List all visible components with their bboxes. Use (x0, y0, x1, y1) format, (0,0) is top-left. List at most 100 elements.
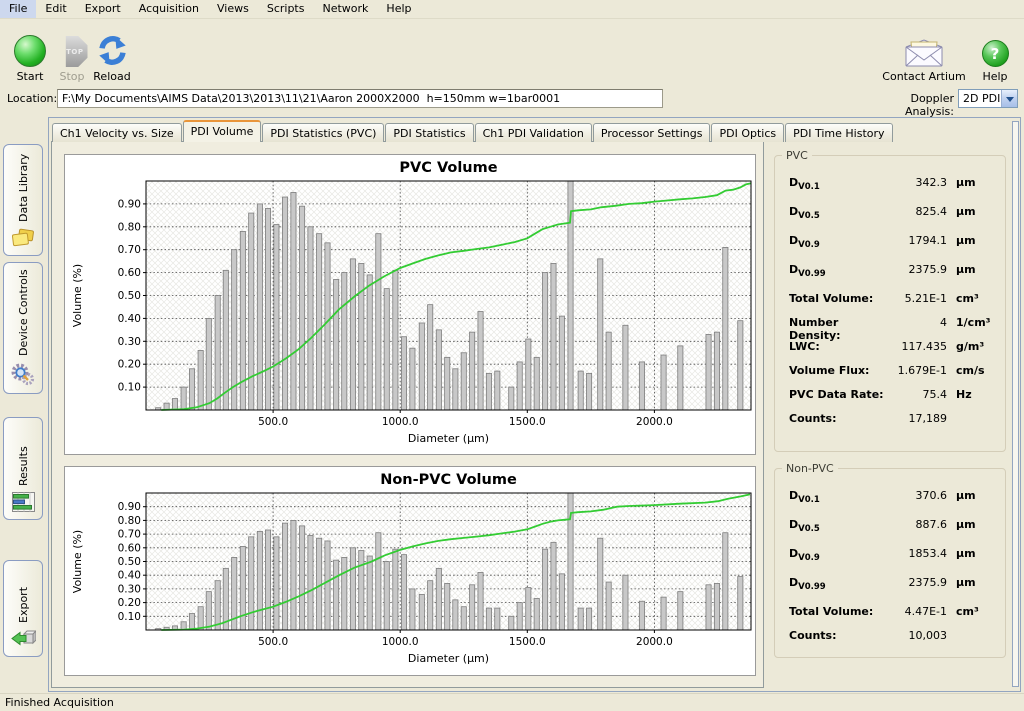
stat-row: DV0.5825.4µm (789, 205, 995, 234)
sidebar-item-export[interactable]: Export (3, 560, 43, 657)
menu-views[interactable]: Views (208, 0, 258, 18)
svg-text:0.30: 0.30 (118, 336, 141, 348)
svg-text:0.50: 0.50 (118, 556, 141, 568)
stat-unit: g/m³ (947, 340, 995, 353)
stop-label: Stop (59, 70, 84, 83)
sidebar-item-results[interactable]: Results (3, 417, 43, 520)
tab-ch1-pdi-validation[interactable]: Ch1 PDI Validation (475, 123, 592, 142)
start-icon (14, 35, 46, 67)
sidebar-item-data-library[interactable]: Data Library (3, 144, 43, 256)
stat-label: Counts: (789, 629, 885, 642)
svg-text:0.10: 0.10 (118, 382, 141, 394)
stat-value: 825.4 (885, 205, 947, 218)
menu-scripts[interactable]: Scripts (258, 0, 314, 18)
svg-text:0.70: 0.70 (118, 244, 141, 256)
location-input[interactable] (57, 89, 663, 108)
stat-value: 1853.4 (885, 547, 947, 560)
tab-pdi-statistics[interactable]: PDI Statistics (385, 123, 473, 142)
menu-network[interactable]: Network (313, 0, 377, 18)
stat-value: 1.679E-1 (885, 364, 947, 377)
stat-row: LWC:117.435g/m³ (789, 340, 995, 364)
doppler-analysis-select[interactable]: 2D PDI (958, 89, 1018, 108)
stat-value: 75.4 (885, 388, 947, 401)
stat-value: 2375.9 (885, 263, 947, 276)
stat-unit: cm/s (947, 364, 995, 377)
stat-row: Counts:17,189 (789, 412, 995, 436)
stat-unit: µm (947, 176, 995, 189)
contact-artium-button[interactable]: Contact Artium (882, 25, 966, 83)
pvc-stats-title: PVC (782, 149, 812, 162)
bar-chart-icon (12, 492, 35, 512)
menu-help[interactable]: Help (377, 0, 420, 18)
stat-unit: µm (947, 263, 995, 276)
stat-row: DV0.1370.6µm (789, 489, 995, 518)
svg-text:0.50: 0.50 (118, 290, 141, 302)
start-button[interactable]: Start (6, 25, 54, 83)
svg-text:Diameter (µm): Diameter (µm) (408, 432, 489, 445)
svg-text:0.40: 0.40 (118, 570, 141, 582)
help-button[interactable]: ? Help (976, 25, 1014, 83)
menu-bar: File Edit Export Acquisition Views Scrip… (0, 0, 1024, 19)
stat-label: DV0.1 (789, 176, 885, 192)
svg-text:Volume (%): Volume (%) (71, 530, 84, 593)
stat-label: DV0.1 (789, 489, 885, 505)
tab-pdi-statistics-pvc[interactable]: PDI Statistics (PVC) (262, 123, 384, 142)
svg-text:0.20: 0.20 (118, 359, 141, 371)
stat-row: Volume Flux:1.679E-1cm/s (789, 364, 995, 388)
non-pvc-stats-title: Non-PVC (782, 462, 838, 475)
stat-label: DV0.5 (789, 205, 885, 221)
stat-value: 4 (885, 316, 947, 329)
svg-text:2000.0: 2000.0 (636, 416, 673, 428)
main-frame: Ch1 Velocity vs. Size PDI Volume PDI Sta… (48, 117, 1021, 692)
stat-row: DV0.1342.3µm (789, 176, 995, 205)
svg-text:0.40: 0.40 (118, 313, 141, 325)
menu-export[interactable]: Export (76, 0, 130, 18)
tab-pdi-volume[interactable]: PDI Volume (183, 120, 262, 142)
stat-value: 17,189 (885, 412, 947, 425)
non-pvc-volume-plot: 0.100.200.300.400.500.600.700.800.90500.… (65, 467, 757, 677)
vertical-splitter[interactable] (1012, 121, 1019, 687)
stat-unit: µm (947, 547, 995, 560)
doppler-analysis-label: Doppler Analysis: (860, 92, 954, 118)
stat-row: DV0.992375.9µm (789, 576, 995, 605)
svg-text:0.20: 0.20 (118, 597, 141, 609)
contact-artium-label: Contact Artium (882, 70, 965, 83)
tab-pdi-optics[interactable]: PDI Optics (711, 123, 784, 142)
non-pvc-stats-panel: Non-PVC DV0.1370.6µmDV0.5887.6µmDV0.9185… (774, 468, 1006, 658)
export-box-arrow-icon (11, 629, 36, 649)
location-row: Location: Doppler Analysis: 2D PDI (0, 84, 1024, 114)
tab-bar: Ch1 Velocity vs. Size PDI Volume PDI Sta… (52, 120, 894, 142)
stat-value: 370.6 (885, 489, 947, 502)
stat-row: PVC Data Rate:75.4Hz (789, 388, 995, 412)
pvc-volume-plot: 0.100.200.300.400.500.600.700.800.90500.… (65, 155, 757, 456)
svg-text:0.70: 0.70 (118, 529, 141, 541)
sidebar-item-device-controls[interactable]: Device Controls (3, 262, 43, 394)
svg-text:1000.0: 1000.0 (382, 416, 419, 428)
non-pvc-stats-rows: DV0.1370.6µmDV0.5887.6µmDV0.91853.4µmDV0… (775, 469, 1005, 653)
svg-text:0.90: 0.90 (118, 501, 141, 513)
help-label: Help (982, 70, 1007, 83)
svg-text:1500.0: 1500.0 (509, 416, 546, 428)
tab-processor-settings[interactable]: Processor Settings (593, 123, 711, 142)
chevron-down-icon[interactable] (1001, 90, 1017, 107)
tab-control: Ch1 Velocity vs. Size PDI Volume PDI Sta… (51, 120, 765, 689)
stat-unit: µm (947, 205, 995, 218)
svg-text:Diameter (µm): Diameter (µm) (408, 652, 489, 665)
menu-file[interactable]: File (0, 0, 36, 18)
menu-edit[interactable]: Edit (36, 0, 75, 18)
device-controls-label: Device Controls (17, 263, 30, 362)
tab-pdi-time-history[interactable]: PDI Time History (785, 123, 892, 142)
envelope-icon (905, 39, 943, 67)
stat-label: Total Volume: (789, 292, 885, 305)
stat-label: DV0.9 (789, 234, 885, 250)
stat-label: Total Volume: (789, 605, 885, 618)
reload-button[interactable]: Reload (88, 25, 136, 83)
stat-value: 4.47E-1 (885, 605, 947, 618)
tab-ch1-velocity-vs-size[interactable]: Ch1 Velocity vs. Size (52, 123, 182, 142)
stat-row: Total Volume:5.21E-1cm³ (789, 292, 995, 316)
stat-label: DV0.99 (789, 263, 885, 279)
menu-acquisition[interactable]: Acquisition (130, 0, 208, 18)
stat-row: DV0.91794.1µm (789, 234, 995, 263)
stat-unit: µm (947, 489, 995, 502)
stat-label: LWC: (789, 340, 885, 353)
